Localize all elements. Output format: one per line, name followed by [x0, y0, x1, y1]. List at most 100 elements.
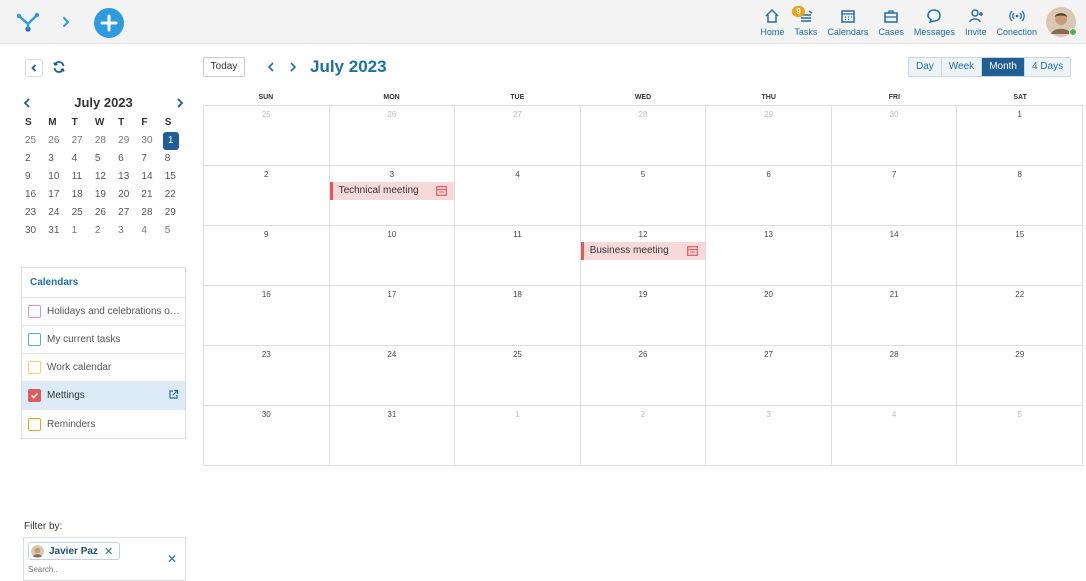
day-cell[interactable]: 18	[455, 286, 581, 345]
mini-day[interactable]: 5	[92, 150, 115, 168]
calendar-checkbox[interactable]	[28, 305, 41, 318]
mini-day[interactable]: 26	[45, 132, 68, 150]
mini-day[interactable]: 13	[115, 168, 138, 186]
mini-day[interactable]: 25	[22, 132, 45, 150]
mini-day[interactable]: 8	[162, 150, 185, 168]
view-day-button[interactable]: Day	[909, 58, 942, 76]
mini-day[interactable]: 15	[162, 168, 185, 186]
mini-day[interactable]: 2	[22, 150, 45, 168]
day-cell[interactable]: 2	[204, 166, 330, 225]
calendar-item[interactable]: Mettings	[22, 382, 185, 410]
view-4days-button[interactable]: 4 Days	[1025, 58, 1070, 76]
calendar-item[interactable]: Holidays and celebrations of A...	[22, 298, 185, 326]
day-cell[interactable]: 27	[706, 346, 832, 405]
mini-day[interactable]: 22	[162, 186, 185, 204]
mini-day[interactable]: 30	[138, 132, 161, 150]
mini-day[interactable]: 17	[45, 186, 68, 204]
app-logo-icon[interactable]	[14, 10, 42, 34]
day-cell[interactable]: 8	[957, 166, 1083, 225]
day-cell[interactable]: 28	[581, 106, 707, 165]
day-cell[interactable]: 7	[832, 166, 958, 225]
day-cell[interactable]: 23	[204, 346, 330, 405]
day-cell[interactable]: 16	[204, 286, 330, 345]
remove-chip-icon[interactable]: ✕	[104, 545, 113, 558]
mini-day[interactable]: 3	[45, 150, 68, 168]
calendar-checkbox[interactable]	[28, 361, 41, 374]
day-cell[interactable]: 29	[706, 106, 832, 165]
day-cell[interactable]: 25	[455, 346, 581, 405]
mini-day[interactable]: 6	[115, 150, 138, 168]
mini-day-selected[interactable]: 1	[162, 132, 179, 150]
nav-home[interactable]: Home	[755, 0, 789, 44]
day-cell[interactable]: 24	[330, 346, 456, 405]
calendar-item[interactable]: Reminders	[22, 410, 185, 438]
day-cell[interactable]: 1	[957, 106, 1083, 165]
day-cell[interactable]: 30	[832, 106, 958, 165]
mini-day[interactable]: 2	[92, 222, 115, 240]
mini-day[interactable]: 19	[92, 186, 115, 204]
day-cell[interactable]: 30	[204, 406, 330, 465]
mini-day[interactable]: 29	[162, 204, 185, 222]
day-cell[interactable]: 31	[330, 406, 456, 465]
collapse-panel-button[interactable]	[25, 59, 43, 77]
calendar-checkbox[interactable]	[28, 333, 41, 346]
prev-month-icon[interactable]	[266, 61, 276, 73]
calendar-checkbox[interactable]	[28, 389, 41, 402]
mini-day[interactable]: 24	[45, 204, 68, 222]
day-cell[interactable]: 26	[330, 106, 456, 165]
day-cell[interactable]: 2	[581, 406, 707, 465]
today-button[interactable]: Today	[203, 57, 245, 77]
day-cell[interactable]: 5	[581, 166, 707, 225]
mini-day[interactable]: 11	[69, 168, 92, 186]
event-item[interactable]: Technical meeting	[329, 182, 455, 200]
mini-day[interactable]: 27	[115, 204, 138, 222]
nav-invite[interactable]: Invite	[960, 0, 992, 44]
mini-day[interactable]: 25	[69, 204, 92, 222]
clear-filter-icon[interactable]: ✕	[167, 552, 177, 566]
calendar-checkbox[interactable]	[28, 417, 41, 431]
mini-day[interactable]: 31	[45, 222, 68, 240]
mini-day[interactable]: 9	[22, 168, 45, 186]
refresh-button[interactable]	[50, 58, 68, 76]
day-cell[interactable]: 9	[204, 226, 330, 285]
nav-tasks[interactable]: 9 Tasks	[789, 0, 822, 44]
view-month-button[interactable]: Month	[982, 58, 1025, 76]
calendar-item[interactable]: My current tasks	[22, 326, 185, 354]
day-cell[interactable]: 10	[330, 226, 456, 285]
day-cell[interactable]: 15	[957, 226, 1083, 285]
day-cell[interactable]: 14	[832, 226, 958, 285]
nav-calendars[interactable]: Calendars	[822, 0, 873, 44]
mini-day[interactable]: 26	[92, 204, 115, 222]
expand-menu-icon[interactable]	[58, 14, 74, 30]
day-cell[interactable]: 28	[832, 346, 958, 405]
day-cell[interactable]: 19	[581, 286, 707, 345]
mini-day[interactable]: 16	[22, 186, 45, 204]
filter-search-input[interactable]	[28, 565, 148, 574]
mini-day[interactable]: 30	[22, 222, 45, 240]
event-item[interactable]: Business meeting	[580, 242, 706, 260]
day-cell[interactable]: 25	[204, 106, 330, 165]
nav-conection[interactable]: Conection	[991, 0, 1042, 44]
mini-day[interactable]: 28	[92, 132, 115, 150]
mini-day[interactable]: 20	[115, 186, 138, 204]
add-button[interactable]	[94, 8, 124, 38]
day-cell[interactable]: 1	[455, 406, 581, 465]
day-cell[interactable]: 4	[455, 166, 581, 225]
mini-day[interactable]: 23	[22, 204, 45, 222]
mini-day[interactable]: 4	[138, 222, 161, 240]
filter-chip[interactable]: Javier Paz ✕	[28, 542, 121, 560]
day-cell[interactable]: 26	[581, 346, 707, 405]
day-cell[interactable]: 22	[957, 286, 1083, 345]
mini-day[interactable]: 29	[115, 132, 138, 150]
day-cell[interactable]: 27	[455, 106, 581, 165]
nav-cases[interactable]: Cases	[873, 0, 909, 44]
mini-day[interactable]: 3	[115, 222, 138, 240]
day-cell[interactable]: 12 Business meeting	[580, 226, 707, 285]
mini-day[interactable]: 18	[69, 186, 92, 204]
day-cell[interactable]: 20	[706, 286, 832, 345]
mini-day[interactable]: 12	[92, 168, 115, 186]
mini-day[interactable]: 27	[69, 132, 92, 150]
view-week-button[interactable]: Week	[942, 58, 983, 76]
day-cell[interactable]: 13	[706, 226, 832, 285]
day-cell[interactable]: 4	[832, 406, 958, 465]
